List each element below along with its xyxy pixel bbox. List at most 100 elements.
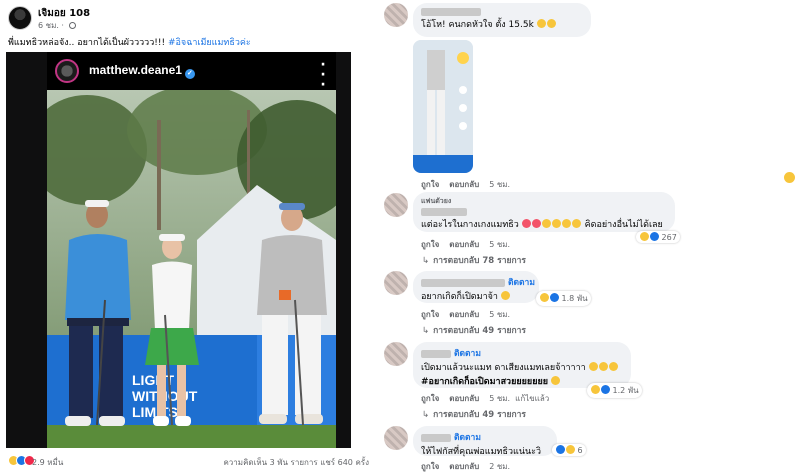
comment-text: โอ้โห! คนกดหัวใจ ตั้ง 15.5k: [421, 20, 534, 30]
post-meta: 6 ชม. ·: [38, 19, 76, 32]
ig-username: matthew.deane1 ✓: [89, 63, 195, 79]
commenter-avatar[interactable]: [384, 342, 408, 366]
commenter-avatar[interactable]: [384, 271, 408, 295]
commenter-name[interactable]: ติดตาม: [421, 430, 549, 444]
post-caption: พี่แมทธิวหล่อจัง.. อยากได้เป็นผัววววว!!!…: [8, 35, 251, 49]
comment-actions: ถูกใจ ตอบกลับ 5 ชม.: [421, 238, 510, 251]
like-link[interactable]: ถูกใจ: [421, 180, 439, 189]
comment-text: แต่อะไรในกางเกงแมทธิว: [421, 220, 519, 230]
comment-bubble: โอ้โห! คนกดหัวใจ ตั้ง 15.5k: [413, 3, 591, 37]
like-link[interactable]: ถูกใจ: [421, 394, 439, 403]
video-thumbnail[interactable]: [413, 40, 473, 173]
post-stats[interactable]: ความคิดเห็น 3 พัน รายการ แชร์ 640 ครั้ง: [223, 456, 369, 469]
reaction-icons[interactable]: [8, 455, 35, 466]
comment-actions: ถูกใจ ตอบกลับ 5 ชม.: [421, 308, 510, 321]
reply-link[interactable]: ตอบกลับ: [449, 394, 479, 403]
haha-reaction-icon: [639, 232, 649, 241]
comments-section: โอ้โห! คนกดหัวใจ ตั้ง 15.5k ถูกใจ ตอบกลับ…: [384, 0, 803, 473]
laugh-emoji-icon: [609, 362, 619, 371]
golf-photo-scene: LIGHT WITHOUT LIMITS: [47, 90, 336, 448]
commenter-avatar[interactable]: [384, 193, 408, 217]
laugh-emoji-icon: [572, 219, 582, 228]
view-replies-link[interactable]: ↳ การตอบกลับ 49 รายการ: [422, 323, 526, 337]
author-avatar[interactable]: [8, 6, 32, 30]
comment-bubble: ติดตาม เปิดมาแล้วนะแมท ดาเสียงแมทเลยจ้าา…: [413, 342, 631, 388]
comment-text: เปิดมาแล้วนะแมท ดาเสียงแมทเลยจ้าาาาา: [421, 363, 586, 373]
heart-eyes-emoji-icon: [532, 219, 542, 228]
haha-reaction-icon: [565, 445, 575, 454]
comment-text: อยากเกิดก็เปิดมาจ้า: [421, 292, 498, 302]
comment-bubble: แฟนตัวยง แต่อะไรในกางเกงแมทธิว คิดอย่างอ…: [413, 192, 675, 232]
laugh-emoji-icon: [589, 362, 599, 371]
commenter-avatar[interactable]: [384, 426, 408, 450]
haha-emoji-icon: [537, 19, 547, 28]
like-reaction-icon: [600, 385, 610, 394]
view-replies-link[interactable]: ↳ การตอบกลับ 49 รายการ: [422, 407, 526, 421]
laugh-emoji-icon: [501, 291, 511, 300]
reply-arrow-icon: ↳: [422, 326, 430, 336]
like-reaction-icon: [549, 293, 559, 302]
laugh-emoji-icon: [542, 219, 552, 228]
commenter-name[interactable]: ติดตาม: [421, 275, 535, 289]
caption-text: พี่แมทธิวหล่อจัง.. อยากได้เป็นผัววววว!!!: [8, 38, 168, 48]
ig-avatar: [55, 59, 79, 83]
post-footer: 2.9 หมื่น ความคิดเห็น 3 พัน รายการ แชร์ …: [8, 455, 373, 469]
caption-hashtag[interactable]: #อิจฉาเมียแมทธิวค่ะ: [168, 38, 251, 48]
comment-time[interactable]: 5 ชม.: [489, 310, 510, 319]
comment-actions: ถูกใจ ตอบกลับ 2 ชม.: [421, 460, 510, 473]
comment-text-after: คิดอย่างอื่นไม่ได้เลย: [584, 220, 663, 230]
comment-actions: ถูกใจ ตอบกลับ 5 ชม.: [421, 178, 510, 191]
comment-reaction-count[interactable]: 1.8 พัน: [536, 291, 591, 306]
follow-button[interactable]: ติดตาม: [508, 278, 535, 288]
post-photo[interactable]: matthew.deane1 ✓ · · · LIGHT LIMITS: [6, 52, 351, 448]
like-link[interactable]: ถูกใจ: [421, 240, 439, 249]
laugh-emoji-icon: [552, 219, 562, 228]
comment-text: ให้ไฟกัสที่คุณพ่อแมทธิวแน่นะวิ: [421, 447, 542, 457]
comment-bubble: ติดตาม อยากเกิดก็เปิดมาจ้า: [413, 271, 539, 303]
reply-link[interactable]: ตอบกลับ: [449, 180, 479, 189]
commenter-name[interactable]: ติดตาม: [421, 346, 623, 360]
floating-emoji-icon: [784, 172, 795, 183]
reply-arrow-icon: ↳: [422, 256, 430, 266]
comment-time[interactable]: 2 ชม.: [489, 462, 510, 471]
comment-reaction-count[interactable]: 6: [552, 444, 586, 456]
haha-reaction-icon: [539, 293, 549, 302]
comment-bubble: ติดตาม ให้ไฟกัสที่คุณพ่อแมทธิวแน่นะวิ: [413, 426, 557, 457]
comment-time[interactable]: 5 ชม.: [489, 394, 510, 403]
comment-reaction-count[interactable]: 267: [636, 231, 680, 243]
comment-time[interactable]: 5 ชม.: [489, 180, 510, 189]
reaction-count[interactable]: 2.9 หมื่น: [32, 456, 63, 469]
laugh-emoji-icon: [551, 376, 561, 385]
haha-emoji-icon: [547, 19, 557, 28]
top-fan-badge: แฟนตัวยง: [421, 197, 452, 205]
heart-eyes-emoji-icon: [522, 219, 532, 228]
more-options-icon: · · ·: [320, 57, 326, 93]
commenter-name[interactable]: [421, 207, 667, 217]
comment-hashtag: #อยากเกิดก็อเปิดมาสวยยยยยยย: [421, 377, 549, 387]
laugh-emoji-icon: [562, 219, 572, 228]
like-reaction-icon: [555, 445, 565, 454]
globe-icon: [68, 22, 76, 29]
post-time[interactable]: 6 ชม.: [38, 21, 59, 30]
reply-link[interactable]: ตอบกลับ: [449, 310, 479, 319]
like-link[interactable]: ถูกใจ: [421, 462, 439, 471]
follow-button[interactable]: ติดตาม: [454, 433, 481, 443]
laugh-emoji-icon: [599, 362, 609, 371]
view-replies-link[interactable]: ↳ การตอบกลับ 78 รายการ: [422, 253, 526, 267]
instagram-header: matthew.deane1 ✓ · · ·: [47, 52, 336, 93]
reply-arrow-icon: ↳: [422, 410, 430, 420]
like-reaction-icon: [649, 232, 659, 241]
comment-time[interactable]: 5 ชม.: [489, 240, 510, 249]
reply-link[interactable]: ตอบกลับ: [449, 462, 479, 471]
commenter-name[interactable]: [421, 7, 583, 17]
reply-link[interactable]: ตอบกลับ: [449, 240, 479, 249]
facebook-post: เจิมอย 108 6 ชม. · พี่แมทธิวหล่อจัง.. อย…: [0, 0, 380, 473]
follow-button[interactable]: ติดตาม: [454, 349, 481, 359]
verified-icon: ✓: [184, 69, 195, 79]
haha-reaction-icon: [590, 385, 600, 394]
edited-label: แก้ไขแล้ว: [515, 394, 550, 403]
comment-reaction-count[interactable]: 1.2 พัน: [587, 383, 642, 398]
like-link[interactable]: ถูกใจ: [421, 310, 439, 319]
commenter-avatar[interactable]: [384, 3, 408, 27]
comment-actions: ถูกใจ ตอบกลับ 5 ชม. แก้ไขแล้ว: [421, 392, 549, 405]
